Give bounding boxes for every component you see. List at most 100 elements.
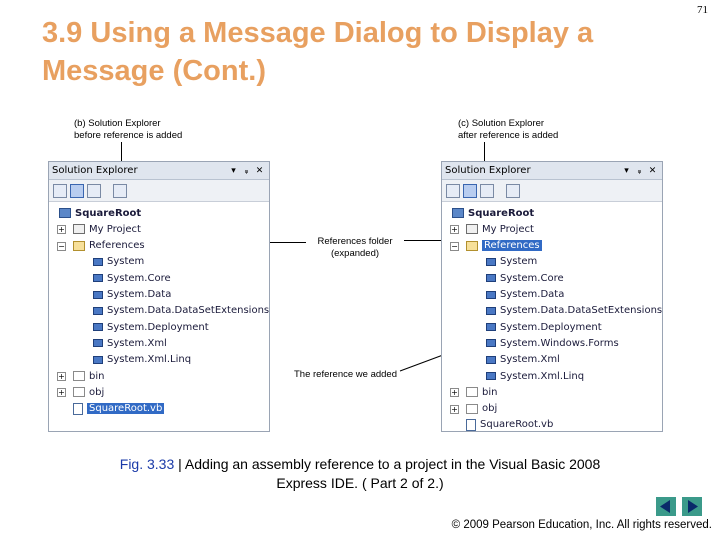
- dropdown-icon[interactable]: ▾: [620, 166, 633, 176]
- figure-text: Adding an assembly reference to a projec…: [184, 456, 601, 491]
- tree-item[interactable]: My Project: [466, 221, 534, 237]
- tree-item-label: obj: [482, 403, 498, 415]
- tree-item-label: System.Xml: [107, 337, 167, 349]
- tree-item[interactable]: bin: [466, 384, 497, 400]
- tree-item[interactable]: My Project: [73, 221, 141, 237]
- tree-item[interactable]: System.Deployment: [486, 319, 602, 335]
- tree-item-label: System.Data: [107, 289, 172, 300]
- tree-item-label: System.Data.DataSetExtensions: [500, 305, 663, 317]
- slide-number: 71: [697, 4, 708, 16]
- tree-item[interactable]: SquareRoot.vb: [73, 401, 165, 417]
- view-code-icon[interactable]: [506, 183, 520, 198]
- tree-item-label: System.Data: [500, 289, 565, 300]
- close-icon[interactable]: ✕: [646, 166, 659, 176]
- tree-item[interactable]: System.Data: [486, 287, 564, 303]
- tree-item[interactable]: System: [93, 254, 144, 270]
- panel-toolbar: [49, 180, 269, 202]
- reference-icon: [486, 306, 496, 315]
- leader-before: [121, 142, 122, 162]
- solution-explorer-after: Solution Explorer ▾ ᵩ ✕ SquareRoot My Pro…: [441, 161, 663, 432]
- tree-item[interactable]: System.Windows.Forms: [486, 335, 619, 351]
- properties-icon[interactable]: [446, 183, 460, 198]
- reference-icon: [486, 274, 496, 283]
- prev-slide-button[interactable]: [656, 497, 676, 516]
- close-icon[interactable]: ✕: [253, 166, 266, 176]
- show-all-files-icon[interactable]: [463, 183, 477, 198]
- tree-item[interactable]: System: [486, 254, 537, 270]
- tree-item[interactable]: System.Data.DataSetExtensions: [486, 303, 662, 319]
- tree-item-label: System.Core: [107, 272, 171, 284]
- leader-after: [484, 142, 485, 162]
- tree-item[interactable]: System.Xml.Linq: [93, 352, 191, 368]
- tree-item-label: References: [89, 240, 145, 252]
- collapse-icon[interactable]: −: [450, 241, 459, 251]
- dropdown-icon[interactable]: ▾: [227, 166, 240, 176]
- panel-title: Solution Explorer: [445, 165, 531, 176]
- show-all-files-icon[interactable]: [70, 183, 84, 198]
- tree-item[interactable]: System.Xml: [486, 352, 560, 368]
- vb-file-icon: [73, 402, 83, 415]
- tree-item-label: obj: [89, 386, 105, 398]
- my-project-icon: [466, 224, 478, 235]
- expand-icon[interactable]: +: [57, 225, 66, 235]
- panel-title: Solution Explorer: [52, 165, 138, 176]
- figure-separator: |: [174, 456, 185, 472]
- folder-icon: [466, 403, 478, 414]
- figure-label: Fig. 3.33: [119, 456, 175, 472]
- tree-item[interactable]: References: [466, 238, 542, 254]
- prev-slide-icon: [660, 500, 670, 513]
- properties-icon[interactable]: [53, 183, 67, 198]
- tree-item[interactable]: SquareRoot: [452, 205, 534, 221]
- pin-icon[interactable]: ᵩ: [240, 166, 253, 176]
- tree-item[interactable]: SquareRoot.vb: [466, 417, 553, 433]
- tree-item[interactable]: System.Xml: [93, 335, 167, 351]
- reference-icon: [93, 339, 103, 348]
- pin-icon[interactable]: ᵩ: [633, 166, 646, 176]
- tree-item[interactable]: SquareRoot: [59, 205, 141, 221]
- my-project-icon: [73, 224, 85, 235]
- reference-icon: [93, 323, 103, 332]
- reference-icon: [93, 306, 103, 315]
- reference-icon: [93, 355, 103, 364]
- reference-icon: [486, 323, 496, 332]
- tree-item[interactable]: System.Xml.Linq: [486, 368, 584, 384]
- tree-item-label: System.Xml.Linq: [500, 370, 585, 382]
- tree-item[interactable]: System.Deployment: [93, 319, 209, 335]
- tree-item[interactable]: bin: [73, 368, 104, 384]
- caption-before-line2: before reference is added: [74, 130, 183, 141]
- collapse-icon[interactable]: −: [57, 241, 66, 251]
- refresh-icon[interactable]: [87, 183, 101, 198]
- refresh-icon[interactable]: [480, 183, 494, 198]
- expand-icon[interactable]: +: [450, 404, 459, 414]
- expand-icon[interactable]: +: [450, 388, 459, 398]
- caption-references-line1: References folder: [317, 236, 393, 247]
- tree-item-label: SquareRoot: [468, 207, 535, 219]
- tree-item-label: SquareRoot: [75, 207, 142, 219]
- tree-item-label: SquareRoot.vb: [480, 419, 554, 431]
- caption-after: (c) Solution Explorer after reference is…: [458, 118, 558, 142]
- expand-icon[interactable]: +: [57, 372, 66, 381]
- reference-icon: [486, 372, 496, 380]
- tree-item[interactable]: obj: [73, 384, 104, 400]
- tree-item[interactable]: System.Data.DataSetExtensions: [93, 303, 269, 319]
- tree-item[interactable]: System.Core: [93, 270, 171, 286]
- tree-item[interactable]: References: [73, 238, 145, 254]
- tree-item-label: System.Core: [500, 272, 564, 284]
- next-slide-icon: [688, 500, 698, 513]
- folder-icon: [73, 387, 85, 398]
- expand-icon[interactable]: +: [450, 225, 459, 235]
- tree-item-label: bin: [482, 386, 498, 398]
- tree-item[interactable]: obj: [466, 401, 497, 417]
- folder-icon: [466, 387, 478, 398]
- panel-header: Solution Explorer ▾ ᵩ ✕: [49, 162, 269, 180]
- copyright: © 2009 Pearson Education, Inc. All right…: [451, 519, 712, 531]
- tree-item[interactable]: System.Core: [486, 270, 564, 286]
- caption-references: References folder (expanded): [300, 236, 410, 260]
- caption-added: The reference we added: [294, 369, 397, 380]
- folder-open-icon: [466, 240, 478, 251]
- expand-icon[interactable]: +: [57, 388, 66, 398]
- view-code-icon[interactable]: [113, 183, 127, 198]
- tree-item[interactable]: System.Data: [93, 287, 171, 303]
- next-slide-button[interactable]: [682, 497, 702, 516]
- project-icon: [59, 208, 71, 218]
